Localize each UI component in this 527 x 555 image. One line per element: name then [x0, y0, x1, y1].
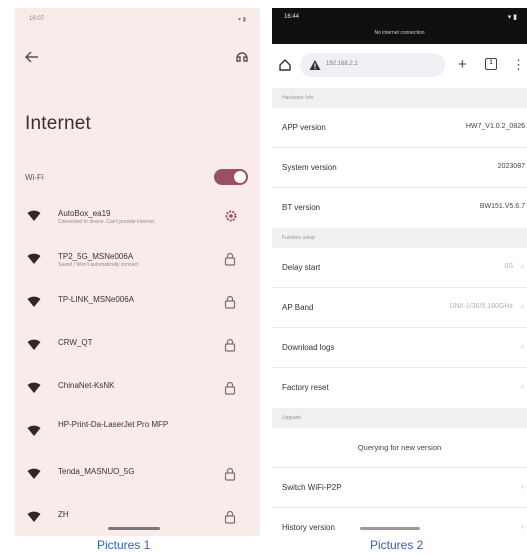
caption-left: Pictures 1 — [97, 538, 151, 552]
lock-icon — [224, 295, 236, 309]
ap-band-row[interactable]: AP Band UNII-1/36/5.180GHz › — [272, 288, 527, 328]
chevron-right-icon: › — [521, 381, 524, 391]
browser-config-screen: 16:44 ▾ ▮ No internet connection 192.168… — [272, 8, 527, 536]
lock-icon — [224, 381, 236, 395]
row-value: UNII-1/36/5.180GHz — [449, 303, 513, 310]
new-tab-icon[interactable]: + — [458, 56, 467, 74]
section-function-setup: Function setup — [272, 228, 527, 248]
lock-icon — [224, 338, 236, 352]
row-label: Download logs — [282, 343, 335, 352]
lock-icon — [224, 252, 236, 266]
status-icons: ▾ ▮ — [507, 14, 517, 21]
wifi-toggle[interactable] — [214, 169, 248, 185]
gear-icon[interactable] — [224, 209, 237, 223]
status-bar: 16:44 ▾ ▮ No internet connection — [272, 8, 527, 44]
network-row[interactable]: AutoBox_ea19 Connected to device. Can't p… — [15, 198, 260, 241]
menu-icon[interactable]: ⋮ — [512, 56, 525, 74]
chevron-right-icon: › — [521, 261, 524, 271]
network-row[interactable]: TP-LINK_MSNe006A — [15, 284, 260, 327]
wifi-signal-icon — [27, 252, 41, 264]
caption-right: Pictures 2 — [370, 538, 424, 552]
network-name: TP-LINK_MSNe006A — [58, 295, 135, 304]
app-version-row: APP version HW7_V1.0.2_0826 — [272, 108, 527, 148]
row-label: Factory reset — [282, 383, 329, 392]
row-value: 0S — [504, 263, 513, 270]
system-version-row: System version 2023087 — [272, 148, 527, 188]
row-label: BT version — [282, 203, 321, 212]
history-version-row[interactable]: History version › — [272, 508, 527, 536]
delay-start-row[interactable]: Delay start 0S › — [272, 248, 527, 288]
chevron-right-icon: › — [521, 521, 524, 531]
network-name: HP-Print-Da-LaserJet Pro MFP — [58, 420, 169, 429]
network-name: TP2_5G_MSNe006A — [58, 252, 134, 261]
status-bar: 16:07 ▾ ▮ — [29, 16, 246, 26]
network-status: Saved / Won't automatically connect — [58, 262, 139, 268]
address-bar[interactable]: 192.168.2.1 — [300, 53, 445, 77]
section-hardware-info: Hardware Info — [272, 88, 527, 108]
row-label: System version — [282, 163, 337, 172]
chevron-right-icon: › — [521, 301, 524, 311]
status-time: 16:07 — [29, 16, 45, 22]
toggle-knob — [234, 171, 246, 183]
lock-icon — [224, 467, 236, 481]
network-row[interactable]: TP2_5G_MSNe006A Saved / Won't automatical… — [15, 241, 260, 284]
network-row[interactable]: ZH — [15, 499, 260, 536]
download-logs-row[interactable]: Download logs › — [272, 328, 527, 368]
gesture-bar — [360, 527, 420, 530]
querying-version-row: Querying for new version — [272, 428, 527, 468]
status-time: 16:44 — [284, 14, 300, 20]
row-value: 2023087 — [497, 163, 525, 170]
tabs-icon[interactable]: 1 — [485, 58, 497, 70]
wifi-signal-icon — [27, 209, 41, 221]
help-icon[interactable] — [234, 48, 250, 66]
wifi-signal-icon — [27, 295, 41, 307]
gesture-bar — [108, 527, 160, 530]
bt-version-row: BT version BW151.V5.6.7 — [272, 188, 527, 228]
chevron-right-icon: › — [521, 341, 524, 351]
no-internet-notice: No internet connection — [374, 30, 425, 36]
android-internet-screen: 16:07 ▾ ▮ Internet Wi-Fi AutoBox_ea19 Con… — [15, 8, 260, 536]
config-list: Hardware Info APP version HW7_V1.0.2_082… — [272, 88, 527, 536]
section-upgrade: Upgrade — [272, 408, 527, 428]
top-app-bar — [23, 48, 250, 70]
page-title: Internet — [25, 113, 92, 134]
network-row[interactable]: Tenda_MASNUO_5G — [15, 456, 260, 499]
wifi-signal-icon — [27, 381, 41, 393]
network-row[interactable]: HP-Print-Da-LaserJet Pro MFP — [15, 413, 260, 456]
row-label: History version — [282, 523, 335, 532]
row-value: BW151.V5.6.7 — [479, 203, 525, 210]
chevron-right-icon: › — [521, 481, 524, 491]
home-icon[interactable] — [278, 58, 292, 72]
network-name: Tenda_MASNUO_5G — [58, 467, 135, 476]
row-label: Delay start — [282, 263, 321, 272]
wifi-signal-icon — [27, 467, 41, 479]
browser-toolbar: 192.168.2.1 + 1 ⋮ — [272, 44, 527, 88]
network-name: ZH — [58, 510, 69, 519]
network-row[interactable]: ChinaNet-KsNK — [15, 370, 260, 413]
wifi-toggle-row[interactable]: Wi-Fi — [25, 166, 248, 188]
switch-wifi-p2p-row[interactable]: Switch WiFi-P2P › — [272, 468, 527, 508]
factory-reset-row[interactable]: Factory reset › — [272, 368, 527, 408]
row-label: APP version — [282, 123, 326, 132]
lock-icon — [224, 510, 236, 524]
network-row[interactable]: CRW_QT — [15, 327, 260, 370]
wifi-label: Wi-Fi — [25, 172, 44, 182]
warning-icon[interactable] — [309, 59, 321, 71]
network-name: AutoBox_ea19 — [58, 209, 111, 218]
url-text: 192.168.2.1 — [326, 61, 358, 67]
network-status: Connected to device. Can't provide inter… — [58, 219, 156, 225]
status-icons: ▾ ▮ — [238, 17, 246, 23]
wifi-signal-icon — [27, 424, 41, 436]
network-name: ChinaNet-KsNK — [58, 381, 115, 390]
network-name: CRW_QT — [58, 338, 93, 347]
querying-status: Querying for new version — [357, 443, 442, 452]
row-value: HW7_V1.0.2_0826 — [465, 123, 525, 130]
row-label: Switch WiFi-P2P — [282, 483, 342, 492]
row-label: AP Band — [282, 303, 314, 312]
wifi-signal-icon — [27, 510, 41, 522]
network-list: AutoBox_ea19 Connected to device. Can't p… — [15, 198, 260, 536]
wifi-signal-icon — [27, 338, 41, 350]
back-arrow-icon[interactable] — [23, 48, 41, 66]
